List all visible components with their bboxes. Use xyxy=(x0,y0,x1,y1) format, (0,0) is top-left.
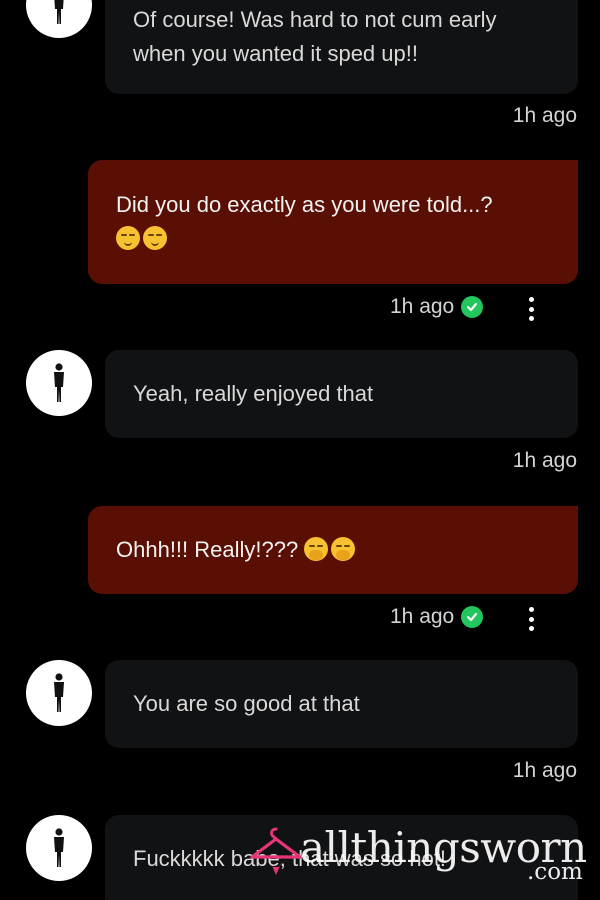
person-silhouette-icon xyxy=(54,363,64,402)
message-text: Yeah, really enjoyed that xyxy=(133,381,374,406)
person-silhouette-icon xyxy=(54,673,64,712)
avatar[interactable] xyxy=(26,660,92,726)
avatar[interactable] xyxy=(26,0,92,38)
message-text: Ohhh!!! Really!??? xyxy=(116,537,299,562)
message-meta: 1h ago xyxy=(390,602,484,632)
message-text: Did you do exactly as you were told...? xyxy=(116,192,493,217)
message-body: Did you do exactly as you were told...? xyxy=(116,188,493,256)
message-bubble-incoming: Of course! Was hard to not cum early whe… xyxy=(105,0,578,94)
message-timestamp: 1h ago xyxy=(390,295,455,318)
message-bubble-outgoing: Did you do exactly as you were told...? xyxy=(88,160,578,284)
message-bubble-incoming: Yeah, really enjoyed that xyxy=(105,350,578,438)
chat-screen: Of course! Was hard to not cum early whe… xyxy=(0,0,600,900)
face-with-hand-over-mouth-icon xyxy=(304,537,329,561)
message-timestamp: 1h ago xyxy=(512,759,577,782)
message-text: You are so good at that xyxy=(133,691,360,716)
avatar[interactable] xyxy=(26,815,92,881)
smirking-face-icon xyxy=(143,226,167,250)
check-circle-icon xyxy=(461,606,484,628)
person-silhouette-icon xyxy=(54,828,64,867)
message-timestamp: 1h ago xyxy=(390,605,455,628)
message-bubble-incoming: You are so good at that xyxy=(105,660,578,748)
person-silhouette-icon xyxy=(54,0,64,24)
check-circle-icon xyxy=(461,296,484,318)
watermark-tld: .com xyxy=(527,859,583,885)
message-timestamp: 1h ago xyxy=(512,104,577,127)
kebab-menu-icon[interactable] xyxy=(524,297,538,321)
message-bubble-outgoing: Ohhh!!! Really!??? xyxy=(88,506,578,594)
hanger-icon xyxy=(250,827,302,875)
message-text: Of course! Was hard to not cum early whe… xyxy=(133,7,497,66)
message-body: Ohhh!!! Really!??? xyxy=(116,533,358,567)
avatar[interactable] xyxy=(26,350,92,416)
kebab-menu-icon[interactable] xyxy=(524,607,538,631)
face-with-hand-over-mouth-icon xyxy=(331,537,356,561)
smirking-face-icon xyxy=(116,226,140,250)
message-timestamp: 1h ago xyxy=(512,449,577,472)
message-meta: 1h ago xyxy=(390,292,484,322)
watermark: allthingsworn .com xyxy=(240,815,600,900)
